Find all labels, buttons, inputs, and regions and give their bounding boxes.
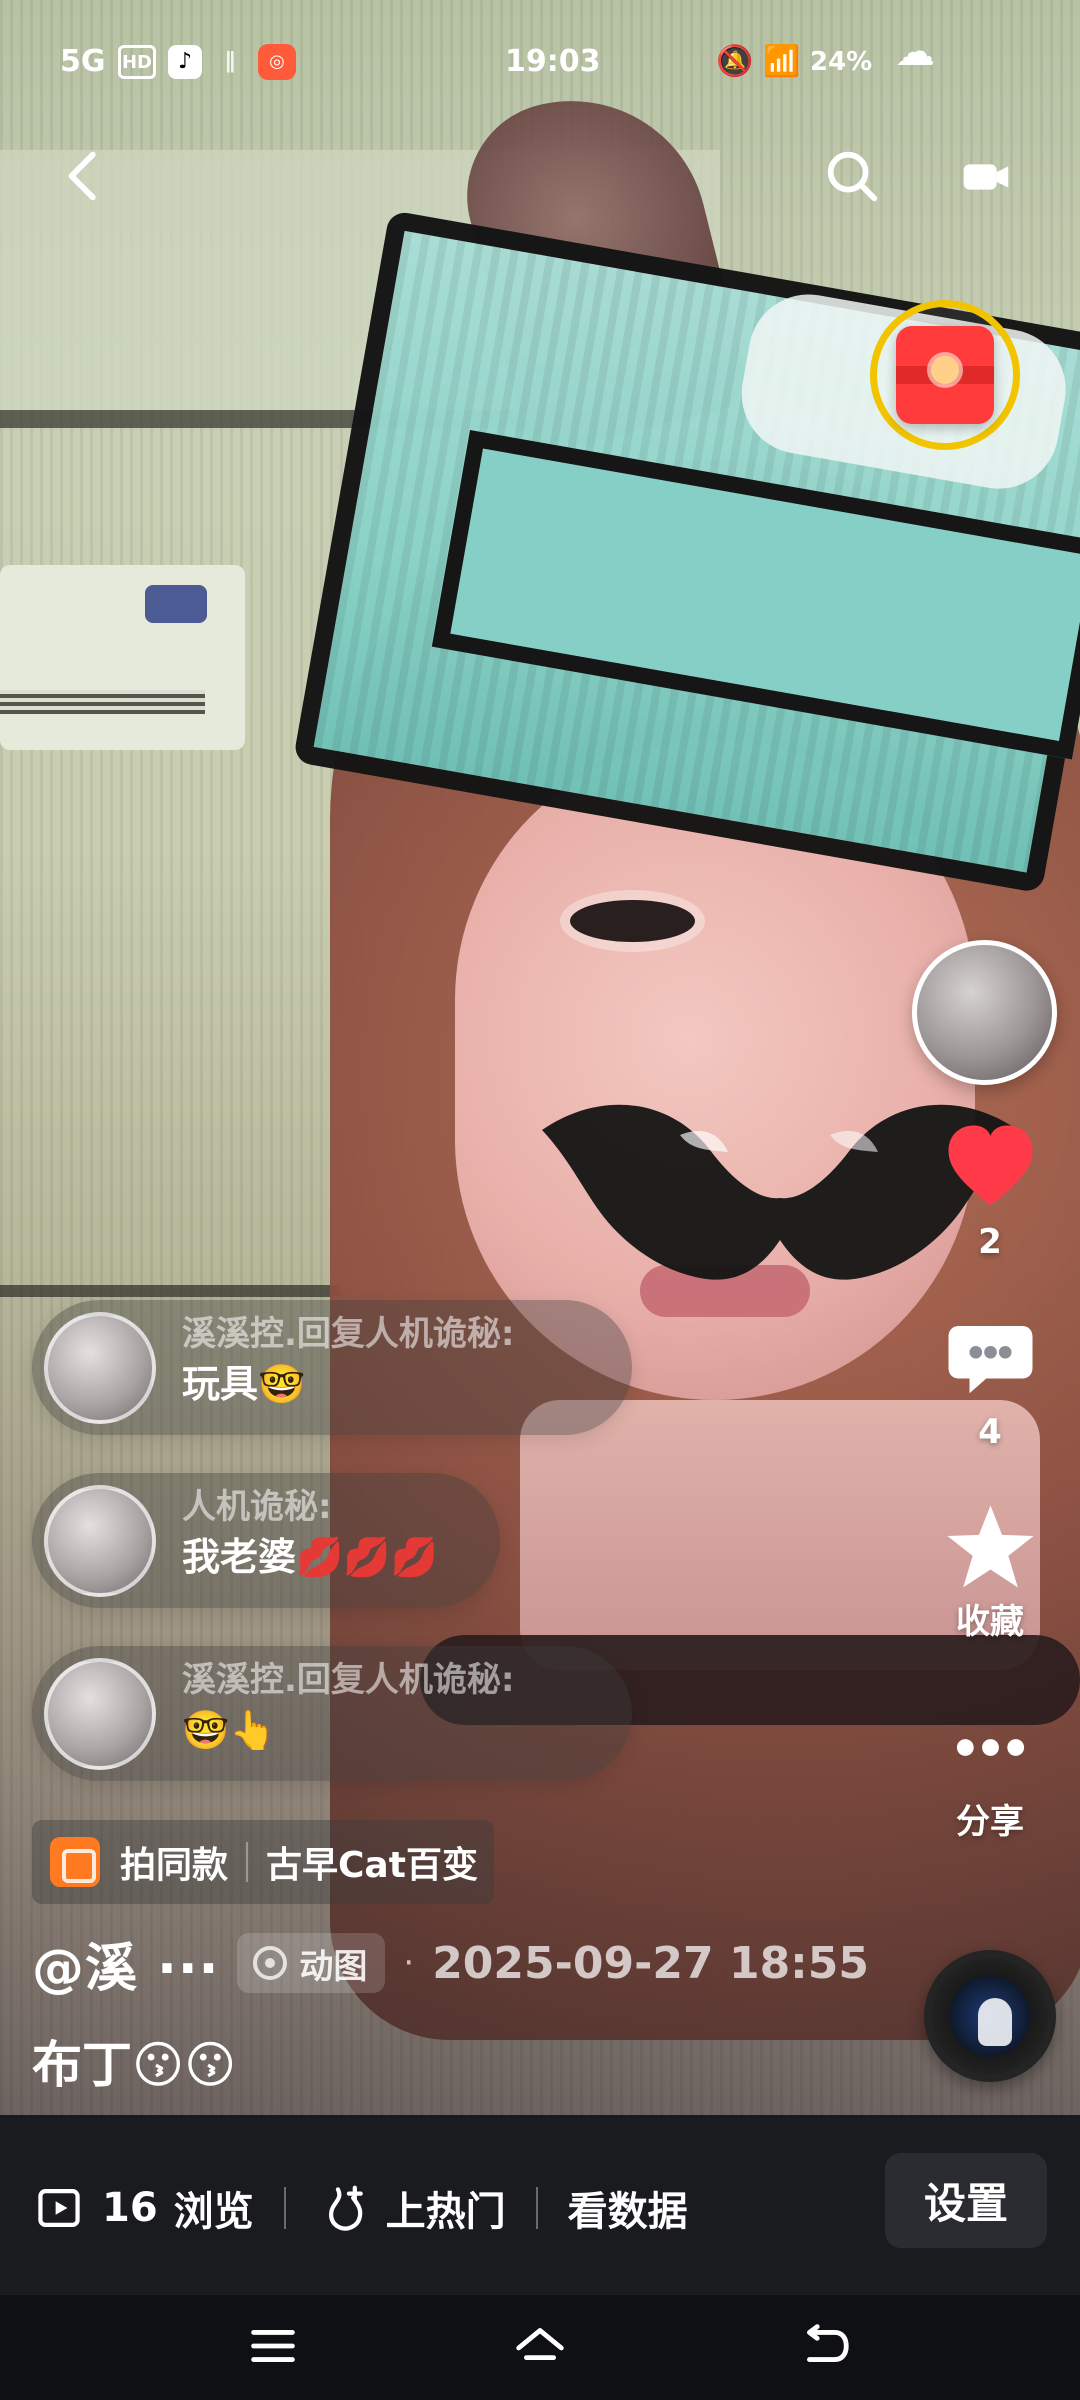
comment-author: 溪溪控.回复人机诡秘:	[182, 1660, 515, 1700]
share-action[interactable]: 分享	[900, 1695, 1080, 1844]
animated-image-icon	[253, 1946, 288, 1980]
network-indicator: 5G	[60, 42, 108, 82]
battery-percent: 24%	[810, 47, 873, 77]
divider	[283, 2187, 286, 2229]
settings-button[interactable]: 设置	[885, 2153, 1047, 2248]
collect-action[interactable]: 收藏	[900, 1495, 1080, 1644]
view-data-button[interactable]: 看数据	[568, 2179, 688, 2237]
author-name[interactable]: @溪 ···	[32, 1926, 219, 2001]
comment-bubble[interactable]: 溪溪控.回复人机诡秘: 玩具🤓	[32, 1300, 632, 1435]
comment-author: 人机诡秘:	[182, 1487, 332, 1527]
air-conditioner	[0, 565, 245, 750]
wifi-icon: 📶	[763, 44, 801, 79]
secondary-signal-icon: ∥	[212, 42, 248, 82]
right-action-rail: 2 4 收藏 分享	[900, 940, 1080, 2140]
status-bar: 5G HD ♪ ∥ ◎ 19:03 🔕 📶 24% ☁	[0, 0, 1080, 120]
views-label: 浏览	[173, 2189, 254, 2235]
music-disc-action[interactable]	[900, 1950, 1080, 2082]
clock: 19:03	[505, 42, 601, 82]
app-badge-icon: ◎	[258, 44, 296, 80]
air-conditioner-vent	[0, 690, 205, 714]
comment-icon	[900, 1305, 1080, 1410]
settings-label: 设置	[923, 2179, 1008, 2228]
comment-avatar	[44, 1312, 156, 1424]
home-icon	[509, 2315, 571, 2381]
search-icon	[821, 145, 883, 211]
divider	[535, 2187, 538, 2229]
boost-button[interactable]: 上热门	[386, 2179, 506, 2237]
music-disc-icon	[924, 1950, 1056, 2082]
meta-separator: ·	[403, 1943, 415, 1983]
comment-count: 4	[978, 1412, 1002, 1452]
comment-text: 🤓👆	[182, 1708, 277, 1752]
system-back-button[interactable]	[778, 2317, 868, 2379]
red-packet-button[interactable]	[870, 300, 1020, 450]
home-button[interactable]	[495, 2317, 585, 2379]
collect-label: 收藏	[956, 1602, 1024, 1642]
network-label: 5G	[60, 44, 106, 79]
comment-avatar	[44, 1658, 156, 1770]
back-button[interactable]	[45, 138, 125, 218]
same-style-icon	[50, 1837, 100, 1887]
tiktok-icon: ♪	[168, 45, 202, 79]
air-conditioner-badge	[145, 585, 207, 623]
system-navigation-bar	[0, 2295, 1080, 2400]
back-icon	[54, 145, 116, 211]
play-icon	[32, 2181, 86, 2235]
subject-eye	[570, 900, 695, 942]
share-label: 分享	[956, 1802, 1024, 1842]
top-actions	[0, 120, 1080, 240]
camera-button[interactable]	[945, 138, 1025, 218]
hd-indicator: HD	[118, 45, 156, 79]
comment-text: 我老婆💋💋💋	[182, 1535, 438, 1579]
comment-author: 溪溪控.回复人机诡秘:	[182, 1314, 515, 1354]
more-dots-icon	[900, 1695, 1080, 1800]
menu-icon	[242, 2315, 304, 2381]
comment-text: 玩具🤓	[182, 1362, 306, 1406]
post-type-label: 动图	[299, 1946, 368, 1987]
comment-bubble[interactable]: 溪溪控.回复人机诡秘: 🤓👆	[32, 1646, 632, 1781]
battery-indicator: 24%	[810, 42, 880, 82]
bottom-actions: 16 浏览 上热门 看数据	[32, 2173, 688, 2243]
comment-bubble[interactable]: 人机诡秘: 我老婆💋💋💋	[32, 1473, 500, 1608]
red-packet-icon	[896, 326, 994, 424]
post-caption: 布丁😗😗	[32, 2036, 237, 2094]
cloud-icon: ☁	[895, 29, 935, 75]
comment-avatar	[44, 1485, 156, 1597]
post-datetime: 2025-09-27 18:55	[432, 1937, 870, 1989]
boost-icon	[316, 2181, 370, 2235]
secondary-signal-label: ∥	[224, 49, 236, 74]
recent-apps-button[interactable]	[228, 2317, 318, 2379]
star-icon	[900, 1495, 1080, 1600]
like-action[interactable]: 2	[900, 1115, 1080, 1264]
same-style-label: 拍同款	[120, 1845, 229, 1886]
same-style-divider	[246, 1842, 249, 1882]
bottom-bar: 16 浏览 上热门 看数据 设置	[0, 2115, 1080, 2295]
system-back-icon	[792, 2315, 854, 2381]
screen: 5G HD ♪ ∥ ◎ 19:03 🔕 📶 24% ☁ 2 4 收藏 分享 溪溪…	[0, 0, 1080, 2400]
comment-bubbles: 溪溪控.回复人机诡秘: 玩具🤓 人机诡秘: 我老婆💋💋💋 溪溪控.回复人机诡秘:…	[32, 1300, 732, 1800]
mute-icon: 🔕	[716, 44, 754, 79]
heart-icon	[900, 1115, 1080, 1220]
like-count: 2	[978, 1222, 1002, 1262]
time-text: 19:03	[505, 44, 601, 79]
template-name: 古早Cat百变	[266, 1845, 478, 1886]
same-style-chip[interactable]: 拍同款 古早Cat百变	[32, 1820, 494, 1904]
post-type-chip: 动图	[237, 1933, 386, 1993]
creator-avatar[interactable]	[912, 940, 1057, 1085]
search-button[interactable]	[812, 138, 892, 218]
views-count: 16	[102, 2185, 158, 2231]
author-line: @溪 ··· 动图 · 2025-09-27 18:55	[32, 1926, 912, 2001]
background-shelf	[0, 1285, 340, 1297]
comment-action[interactable]: 4	[900, 1305, 1080, 1454]
camera-icon	[954, 145, 1016, 211]
hd-label: HD	[121, 52, 152, 73]
